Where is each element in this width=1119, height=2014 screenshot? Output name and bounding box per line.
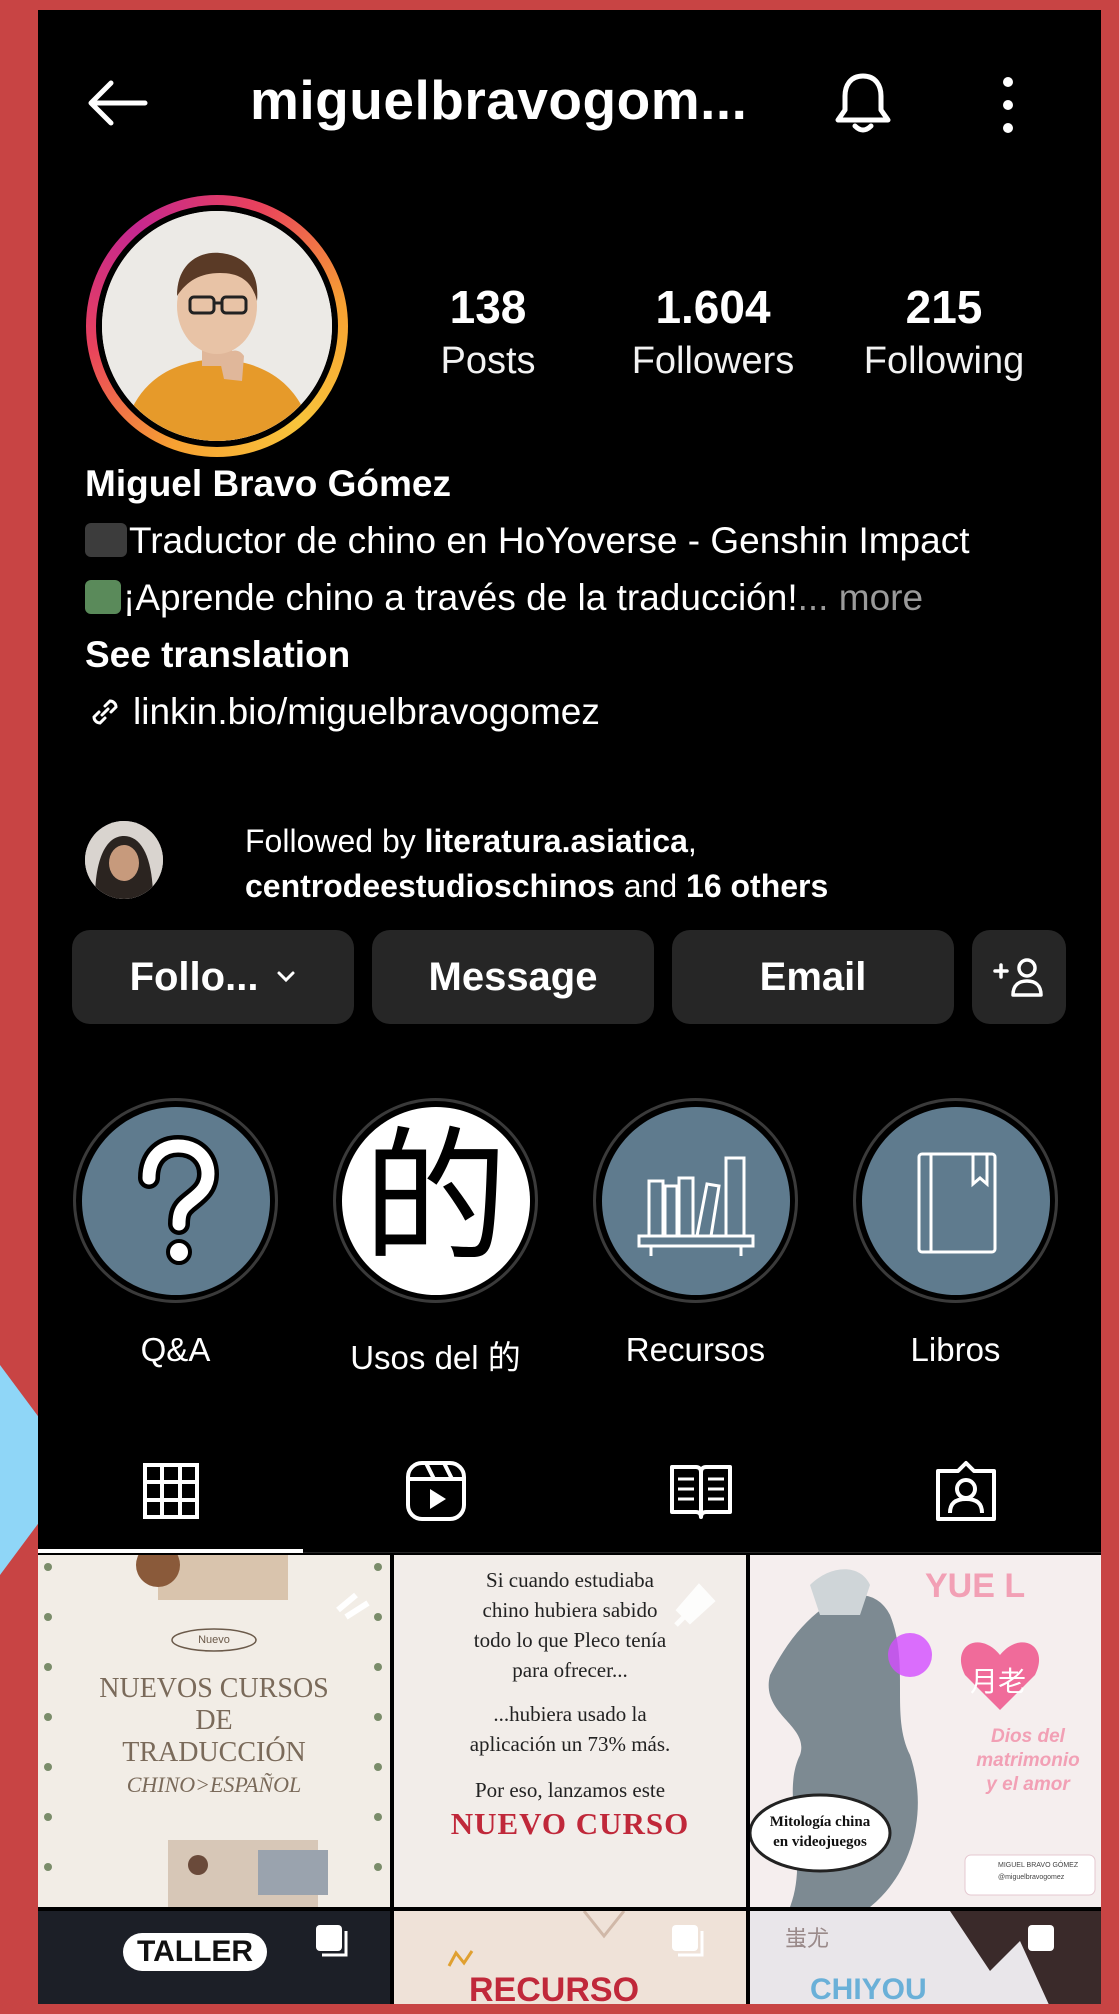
profile-photo [102, 211, 332, 441]
profile-bio: Miguel Bravo Gómez Traductor de chino en… [85, 455, 1065, 740]
question-icon [137, 1134, 219, 1265]
highlight-libros-label: Libros [910, 1331, 1001, 1368]
post-5-art [447, 1911, 704, 1967]
post-4[interactable]: TALLER [38, 1911, 390, 2004]
post-3-sub-2: matrimonio [976, 1750, 1080, 1771]
bio-line-2: ¡Aprende chino a través de la traducción… [85, 569, 1065, 626]
profile-username: miguelbravogom... [250, 69, 748, 131]
message-button[interactable]: Message [372, 930, 654, 1024]
post-3-subtitle: Dios del matrimonio y el amor [955, 1725, 1101, 1797]
post-1-badge: Nuevo [198, 1634, 230, 1646]
followers-count[interactable]: 1.604 Followers [623, 280, 803, 383]
following-button-label: Follo... [129, 954, 259, 999]
post-3-footer-2: @miguelbravogomez [998, 1874, 1065, 1881]
highlight-recursos-label: Recursos [625, 1331, 766, 1368]
post-5[interactable]: RECURSO [394, 1911, 746, 2004]
de-glyph: 的 [363, 1120, 508, 1280]
post-6-chars: 蚩尤 [785, 1926, 830, 1951]
post-3-sub-1: Dios del [991, 1726, 1065, 1747]
reels-icon [405, 1461, 466, 1521]
bio-text-1: Traductor de chino en HoYoverse - Genshi… [129, 520, 970, 561]
bio-link-text: linkin.bio/miguelbravogomez [133, 691, 600, 732]
post-3-bubble-1: Mitología china [769, 1814, 871, 1830]
followed-prefix: Followed by [245, 823, 425, 859]
tab-tagged[interactable] [833, 1430, 1098, 1552]
followed-and: and [614, 868, 687, 904]
add-user-button[interactable] [972, 930, 1066, 1024]
game-controller-icon [85, 523, 127, 557]
highlight-usos-del-de[interactable]: 的 Usos del 的 [333, 1098, 538, 1379]
post-3-bubble-2: en videojuegos [773, 1834, 867, 1850]
following-button[interactable]: Follo... [72, 930, 354, 1024]
top-bar: miguelbravogom... [38, 50, 1101, 150]
post-3[interactable]: YUE L 月老 Dios del matrimonio y el amor M… [750, 1555, 1101, 1907]
tab-grid[interactable] [38, 1430, 303, 1553]
chevron-down-icon [277, 971, 295, 983]
bio-link[interactable]: linkin.bio/miguelbravogomez [85, 683, 1065, 740]
post-3-bubble: Mitología china en videojuegos [755, 1812, 885, 1852]
tab-guides[interactable] [568, 1430, 833, 1552]
post-1-title: NUEVOS CURSOS DE TRADUCCIÓN CHINO>ESPAÑO… [38, 1673, 390, 1801]
active-tab-indicator [38, 1549, 303, 1553]
following-count[interactable]: 215 Following [854, 280, 1034, 383]
email-button-label: Email [759, 954, 867, 999]
post-1-line-3: TRADUCCIÓN [122, 1737, 306, 1768]
link-icon [92, 699, 118, 725]
bell-icon[interactable] [828, 68, 898, 138]
profile-name: Miguel Bravo Gómez [85, 463, 451, 504]
posts-value: 138 [449, 281, 527, 333]
tagged-icon [935, 1461, 996, 1521]
post-3-title: YUE L [925, 1567, 1026, 1605]
post-6[interactable]: 蚩尤 CHIYOU [750, 1911, 1101, 2004]
highlight-libros[interactable]: Libros [853, 1098, 1058, 1369]
following-label: Following [863, 340, 1025, 382]
following-value: 215 [905, 281, 983, 333]
highlight-qa-label: Q&A [140, 1331, 211, 1368]
grid-icon [142, 1463, 199, 1519]
post-3-footer-1: MIGUEL BRAVO GÓMEZ [998, 1862, 1079, 1869]
more-link[interactable]: ... more [798, 577, 923, 618]
highlight-recursos[interactable]: Recursos [593, 1098, 798, 1369]
bookshelf-icon [637, 1156, 754, 1256]
highlight-usos-label: Usos del 的 [350, 1339, 521, 1376]
post-1-line-2: DE [195, 1705, 233, 1736]
bio-text-2: ¡Aprende chino a través de la traducción… [123, 577, 798, 618]
post-3-footer: MIGUEL BRAVO GÓMEZ @miguelbravogomez [998, 1860, 1078, 1884]
post-3-chars: 月老 [970, 1667, 1027, 1698]
bio-line-1: Traductor de chino en HoYoverse - Genshi… [85, 512, 1065, 569]
highlight-qa[interactable]: Q&A [73, 1098, 278, 1369]
post-1-line-1: NUEVOS CURSOS [99, 1673, 329, 1704]
profile-avatar[interactable] [86, 195, 348, 457]
pin-icon [674, 1583, 716, 1627]
followed-user-2[interactable]: centrodeestudioschinos [245, 868, 615, 904]
guides-icon [669, 1465, 732, 1519]
posts-label: Posts [440, 340, 536, 382]
multi-post-icon [316, 1925, 348, 1957]
post-1-line-4: CHINO>ESPAÑOL [126, 1772, 302, 1797]
profile-tabs [38, 1430, 1101, 1553]
post-3-sub-3: y el amor [986, 1774, 1070, 1795]
see-translation-link[interactable]: See translation [85, 626, 1065, 683]
followed-by-text: Followed by literatura.asiatica, centrod… [245, 819, 828, 909]
followed-separator: , [687, 823, 697, 859]
followed-others[interactable]: 16 others [686, 868, 828, 904]
add-person-icon [993, 958, 1043, 997]
follower-avatar [85, 821, 163, 899]
post-1[interactable]: Nuevo NUEVOS CURSOS DE TRADUCCIÓN CHINO>… [38, 1555, 390, 1907]
posts-count[interactable]: 138 Posts [428, 280, 548, 383]
email-button[interactable]: Email [672, 930, 954, 1024]
post-6-label: CHIYOU [810, 1973, 927, 2004]
book-icon [917, 1152, 996, 1253]
message-button-label: Message [428, 954, 598, 999]
back-arrow-icon[interactable] [83, 78, 153, 128]
followers-value: 1.604 [655, 281, 771, 333]
followed-by[interactable]: Followed by literatura.asiatica, centrod… [85, 813, 1065, 904]
tab-reels[interactable] [303, 1430, 568, 1552]
student-emoji-icon [85, 580, 121, 614]
followed-user-1[interactable]: literatura.asiatica [425, 823, 688, 859]
followers-label: Followers [631, 340, 795, 382]
instagram-profile-screen: miguelbravogom... 138 Posts 1.604 Follow… [38, 10, 1101, 2004]
post-2[interactable]: Si cuando estudiaba chino hubiera sabido… [394, 1555, 746, 1907]
more-vertical-icon[interactable] [993, 70, 1023, 140]
